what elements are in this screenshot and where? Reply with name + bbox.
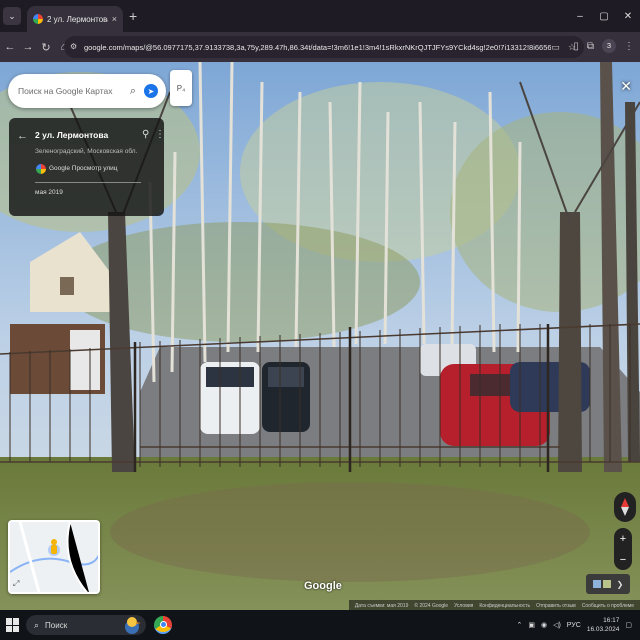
system-tray: ⌃ ▣ ◉ ◁) РУС 16:17 16.03.2024 ▢ [516, 610, 632, 640]
install-app-icon[interactable]: ▭ [551, 42, 560, 53]
maximize-button[interactable]: ▢ [592, 0, 616, 32]
bird-widget-icon[interactable] [120, 614, 144, 636]
site-info-icon[interactable]: ⚙ [70, 42, 80, 52]
language-indicator[interactable]: РУС [567, 622, 581, 629]
forward-icon[interactable]: → [20, 39, 36, 55]
layers-thumbnail[interactable]: ❯ [586, 574, 630, 594]
attribution-copyright: © 2024 Google [414, 603, 449, 609]
directions-icon[interactable]: ➤ [144, 84, 158, 98]
tab-title: 2 ул. Лермонтова – Google Ка... [47, 14, 108, 24]
compass-icon[interactable] [614, 492, 636, 522]
expand-map-icon[interactable]: ⤢ [13, 579, 19, 589]
extensions-icon[interactable]: ⧉ [587, 41, 594, 52]
reload-icon[interactable]: ↻ [38, 39, 54, 55]
windows-start-icon[interactable] [6, 618, 20, 632]
taskbar-search-label: Поиск [45, 620, 68, 630]
zoom-out-icon[interactable]: − [620, 554, 626, 566]
maps-search-box[interactable]: Поиск на Google Картах ⌕ ➤ [8, 74, 166, 108]
maps-favicon-icon [33, 14, 43, 24]
location-subtitle: Зеленоградский, Московская обл. [35, 148, 138, 155]
more-options-icon[interactable]: ⋮ [155, 129, 165, 140]
attribution-date: Дата съемки: мая 2019 [354, 603, 409, 609]
zoom-control: + − [614, 528, 632, 570]
location-pin-icon[interactable]: ⚲ [142, 129, 149, 140]
window-controls: – ▢ ✕ [568, 0, 640, 32]
search-input[interactable]: Поиск на Google Картах [18, 86, 130, 96]
address-bar[interactable]: ⚙ google.com/maps/@56.0977175,37.9133738… [64, 36, 584, 58]
capture-date: мая 2019 [35, 189, 63, 196]
minimap[interactable]: ⤢ [8, 520, 100, 594]
sidepanel-icon[interactable]: ▯ [573, 41, 579, 52]
back-icon[interactable]: ← [2, 39, 18, 55]
card-divider [35, 182, 141, 183]
menu-kebab-icon[interactable]: ⋮ [624, 41, 634, 52]
profile-avatar[interactable]: З [602, 39, 616, 53]
chrome-taskbar-icon[interactable] [154, 616, 172, 634]
location-info-card: ← 2 ул. Лермонтова ⚲ ⋮ Зеленоградский, М… [9, 118, 165, 216]
volume-icon[interactable]: ◁) [553, 621, 561, 629]
google-logo-icon [36, 164, 46, 174]
search-icon[interactable]: ⌕ [130, 85, 136, 98]
back-arrow-icon[interactable]: ← [17, 130, 28, 142]
new-tab-button[interactable]: + [129, 8, 137, 24]
tab-close-icon[interactable]: × [112, 14, 117, 24]
street-view-panorama[interactable]: Поиск на Google Картах ⌕ ➤ Р₄ ← 2 ул. Ле… [0, 62, 640, 612]
tab-strip: ⌄ 2 ул. Лермонтова – Google Ка... × + – … [0, 0, 640, 32]
clock[interactable]: 16:17 16.03.2024 [587, 616, 620, 634]
tray-app-icon[interactable]: ▣ [528, 621, 535, 629]
layer-thumb-icon [592, 580, 601, 588]
windows-taskbar: ⌕ Поиск ⌃ ▣ ◉ ◁) РУС 16:17 16.03.2024 ▢ [0, 610, 640, 640]
url-text[interactable]: google.com/maps/@56.0977175,37.9133738,3… [84, 43, 551, 52]
network-icon[interactable]: ◉ [541, 621, 547, 629]
minimize-button[interactable]: – [568, 0, 592, 32]
browser-window: ⌄ 2 ул. Лермонтова – Google Ка... × + – … [0, 0, 640, 640]
layer-thumb-icon [602, 580, 611, 588]
clock-date: 16.03.2024 [586, 626, 620, 633]
chevron-right-icon[interactable]: ❯ [617, 580, 624, 589]
close-window-button[interactable]: ✕ [616, 0, 640, 32]
feedback-link[interactable]: Отправить отзыв [536, 603, 576, 609]
tab-maps[interactable]: 2 ул. Лермонтова – Google Ка... × [27, 6, 123, 32]
privacy-link[interactable]: Конфиденциальность [479, 603, 530, 609]
location-title: 2 ул. Лермонтова [35, 130, 109, 140]
google-watermark: Google [304, 580, 342, 592]
zoom-in-icon[interactable]: + [620, 533, 626, 545]
terms-link[interactable]: Условия [454, 603, 473, 609]
imagery-provider: Google Просмотр улиц [49, 165, 118, 172]
clock-time: 16:17 [603, 617, 620, 624]
apps-button[interactable]: Р₄ [170, 70, 192, 106]
chevron-up-icon[interactable]: ⌃ [516, 621, 522, 629]
tab-list-icon[interactable]: ⌄ [3, 7, 21, 25]
search-icon: ⌕ [34, 619, 40, 630]
close-street-view-icon[interactable]: ✕ [620, 78, 632, 95]
notifications-icon[interactable]: ▢ [625, 621, 632, 629]
browser-toolbar: ← → ↻ ⌂ ⚙ google.com/maps/@56.0977175,37… [0, 32, 640, 62]
pegman-icon[interactable] [10, 522, 100, 594]
report-link[interactable]: Сообщить о проблеме [582, 603, 634, 609]
